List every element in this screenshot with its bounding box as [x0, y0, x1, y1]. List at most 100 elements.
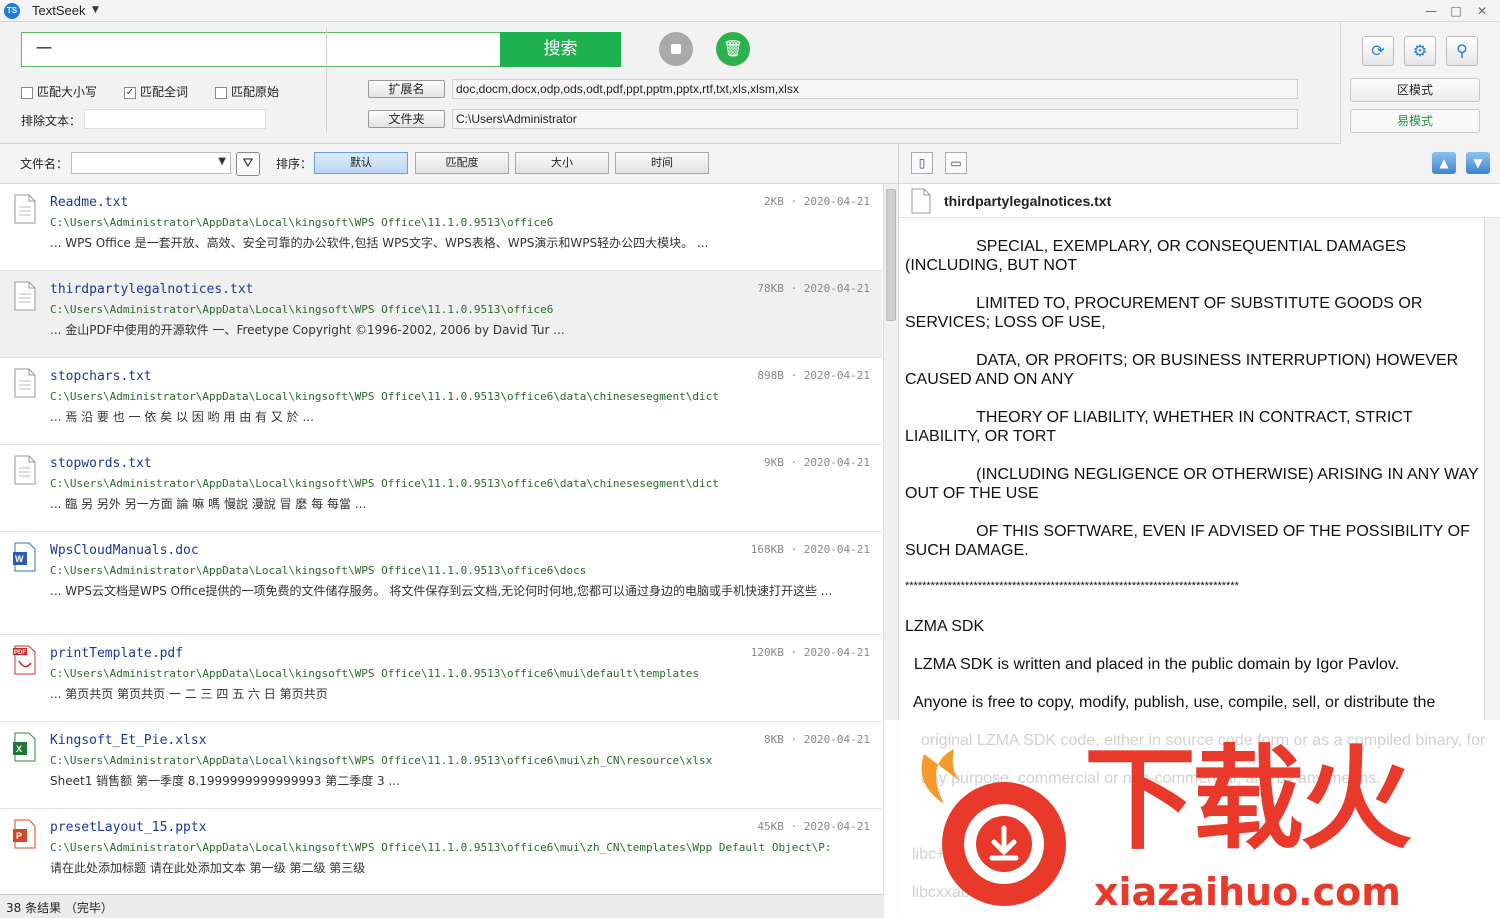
- sort-label: 排序：: [276, 157, 313, 171]
- search-input[interactable]: 一: [21, 32, 501, 67]
- file-name[interactable]: stopwords.txt: [50, 456, 152, 471]
- preview-line: OF THIS SOFTWARE, EVEN IF ADVISED OF THE…: [905, 523, 1475, 559]
- file-meta: 78KB · 2020-04-21: [757, 282, 870, 295]
- file-date: 2020-04-21: [803, 820, 870, 833]
- text-file-icon: [14, 455, 36, 485]
- minimize-button[interactable]: —: [1420, 2, 1442, 20]
- file-size: 168KB: [750, 543, 784, 556]
- filter-bar: 文件名： ▼ ⛛ 排序： 默认 匹配度 大小 时间: [0, 144, 898, 184]
- close-button[interactable]: ✕: [1471, 2, 1493, 20]
- watermark-logo-icon: [921, 749, 1066, 906]
- file-name[interactable]: WpsCloudManuals.doc: [50, 543, 199, 558]
- watermark-text-en: xiazaihuo.com: [1094, 870, 1401, 914]
- word-file-icon: W: [13, 542, 36, 572]
- extensions-field[interactable]: doc,docm,docx,odp,ods,odt,pdf,ppt,pptm,p…: [452, 79, 1298, 99]
- file-date: 2020-04-21: [803, 646, 870, 659]
- list-item[interactable]: P presetLayout_15.pptx 45KB · 2020-04-21…: [0, 809, 882, 894]
- file-path: C:\Users\Administrator\AppData\Local\kin…: [50, 564, 587, 577]
- open-folder-icon[interactable]: ▭: [945, 152, 967, 174]
- title-bar: TS TextSeek ▼ — □ ✕: [0, 0, 1500, 22]
- sort-time-button[interactable]: 时间: [615, 152, 709, 174]
- watermark: original LZMA SDK code, either in source…: [884, 720, 1500, 918]
- watermark-text-cn: 下载火: [1084, 737, 1412, 862]
- file-path: C:\Users\Administrator\AppData\Local\kin…: [50, 667, 700, 680]
- scrollbar-thumb[interactable]: [886, 189, 896, 321]
- match-snippet: ... WPS云文档是WPS Office提供的一项免费的文件储存服务。 将文件…: [50, 584, 833, 598]
- file-name[interactable]: stopchars.txt: [50, 369, 152, 384]
- list-item[interactable]: Readme.txt 2KB · 2020-04-21 C:\Users\Adm…: [0, 184, 882, 271]
- sort-relevance-button[interactable]: 匹配度: [415, 152, 509, 174]
- file-date: 2020-04-21: [803, 195, 870, 208]
- folder-button[interactable]: 文件夹: [368, 110, 445, 128]
- status-bar: 38 条结果 （完毕）: [0, 894, 884, 918]
- file-date: 2020-04-21: [803, 369, 870, 382]
- chevron-down-icon[interactable]: ▼: [92, 5, 99, 15]
- match-whole-word-label: 匹配全词: [140, 85, 189, 99]
- gear-icon[interactable]: ⚙: [1404, 36, 1436, 66]
- match-original-checkbox[interactable]: 匹配原始: [215, 83, 279, 99]
- file-path: C:\Users\Administrator\AppData\Local\kin…: [50, 477, 719, 490]
- exclude-text-label: 排除文本：: [21, 114, 82, 128]
- extensions-button[interactable]: 扩展名: [368, 80, 445, 98]
- checkbox-box: [21, 86, 33, 99]
- file-path: C:\Users\Administrator\AppData\Local\kin…: [50, 390, 719, 403]
- file-date: 2020-04-21: [803, 456, 870, 469]
- preview-line: Anyone is free to copy, modify, publish,…: [905, 694, 1436, 711]
- previous-match-icon[interactable]: ▲: [1432, 152, 1456, 174]
- maximize-button[interactable]: □: [1445, 2, 1467, 20]
- search-toolbar: 一 搜索 🗑 匹配大小写 ✓ 匹配全词 匹配原始 排除文本： 扩展名 doc,do…: [0, 22, 1500, 144]
- mode-b-button[interactable]: 易模式: [1350, 109, 1480, 133]
- match-original-label: 匹配原始: [231, 85, 280, 99]
- refresh-icon[interactable]: ⟳: [1362, 36, 1394, 66]
- file-name[interactable]: printTemplate.pdf: [50, 646, 183, 661]
- match-case-checkbox[interactable]: 匹配大小写: [21, 83, 97, 99]
- filename-select[interactable]: ▼: [71, 152, 231, 174]
- file-meta: 2KB · 2020-04-21: [764, 195, 870, 208]
- checkbox-box: [215, 86, 227, 99]
- preview-line: SPECIAL, EXEMPLARY, OR CONSEQUENTIAL DAM…: [905, 238, 1411, 274]
- preview-header: thirdpartylegalnotices.txt: [898, 184, 1500, 218]
- file-size: 2KB: [764, 195, 784, 208]
- checkmark-icon: ✓: [124, 86, 136, 99]
- stop-icon[interactable]: [659, 32, 693, 66]
- list-item[interactable]: thirdpartylegalnotices.txt 78KB · 2020-0…: [0, 271, 882, 358]
- file-size: 120KB: [750, 646, 784, 659]
- list-item[interactable]: X Kingsoft_Et_Pie.xlsx 8KB · 2020-04-21 …: [0, 722, 882, 809]
- text-file-icon: [14, 194, 36, 224]
- list-item[interactable]: PDF printTemplate.pdf 120KB · 2020-04-21…: [0, 635, 882, 722]
- file-name[interactable]: Readme.txt: [50, 195, 128, 210]
- next-match-icon[interactable]: ▼: [1466, 152, 1490, 174]
- app-title[interactable]: TextSeek: [32, 3, 85, 18]
- search-button[interactable]: 搜索: [500, 32, 621, 67]
- text-file-icon: [14, 281, 36, 311]
- powerpoint-file-icon: P: [13, 819, 36, 849]
- file-meta: 168KB · 2020-04-21: [750, 543, 870, 556]
- exclude-text-input[interactable]: [84, 109, 266, 129]
- file-date: 2020-04-21: [803, 282, 870, 295]
- file-path: C:\Users\Administrator\AppData\Local\kin…: [50, 216, 554, 229]
- file-path: C:\Users\Administrator\AppData\Local\kin…: [50, 841, 832, 854]
- filter-icon[interactable]: ⛛: [236, 152, 260, 176]
- file-path: C:\Users\Administrator\AppData\Local\kin…: [50, 754, 713, 767]
- folder-field[interactable]: C:\Users\Administrator: [452, 109, 1298, 129]
- list-item[interactable]: stopchars.txt 898B · 2020-04-21 C:\Users…: [0, 358, 882, 445]
- preview-line: LZMA SDK: [905, 618, 985, 635]
- trash-icon[interactable]: 🗑: [716, 32, 750, 66]
- open-file-icon[interactable]: ▯: [911, 152, 933, 174]
- chevron-down-icon: ▼: [218, 156, 226, 167]
- sort-default-button[interactable]: 默认: [314, 152, 408, 174]
- file-name[interactable]: presetLayout_15.pptx: [50, 820, 207, 835]
- list-item[interactable]: W WpsCloudManuals.doc 168KB · 2020-04-21…: [0, 532, 882, 635]
- text-file-icon: [14, 368, 36, 398]
- file-name[interactable]: Kingsoft_Et_Pie.xlsx: [50, 733, 207, 748]
- search-icon[interactable]: ⚲: [1446, 36, 1478, 66]
- preview-line: LIMITED TO, PROCUREMENT OF SUBSTITUTE GO…: [905, 295, 1427, 331]
- file-size: 45KB: [757, 820, 784, 833]
- file-date: 2020-04-21: [803, 543, 870, 556]
- list-item[interactable]: stopwords.txt 9KB · 2020-04-21 C:\Users\…: [0, 445, 882, 532]
- mode-a-button[interactable]: 区模式: [1350, 78, 1480, 102]
- match-whole-word-checkbox[interactable]: ✓ 匹配全词: [124, 83, 188, 99]
- sort-size-button[interactable]: 大小: [515, 152, 609, 174]
- file-name[interactable]: thirdpartylegalnotices.txt: [50, 282, 254, 297]
- text-file-icon: [911, 188, 931, 214]
